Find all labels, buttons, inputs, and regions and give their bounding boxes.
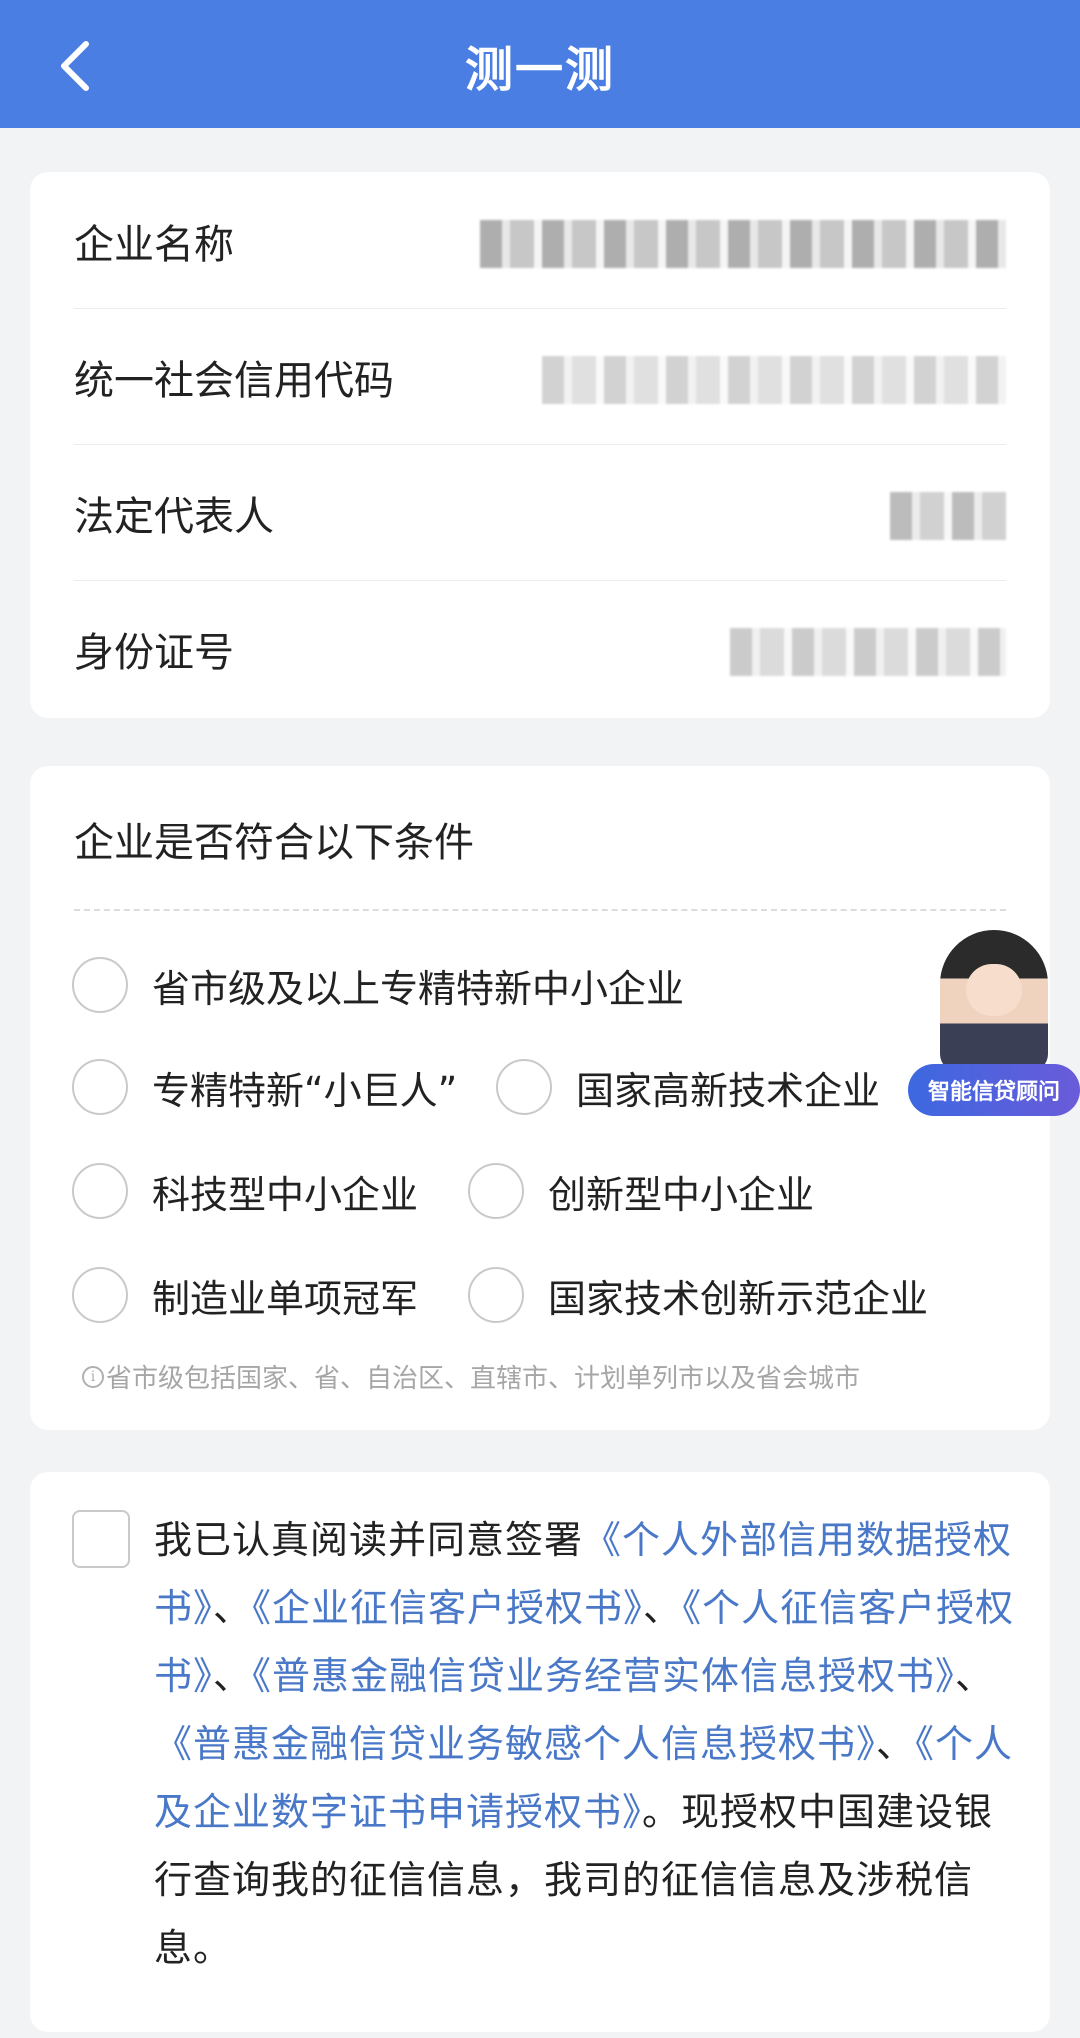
redacted-value	[480, 220, 1006, 268]
link-entity-info-auth[interactable]: 《普惠金融信贷业务经营实体信息授权书》	[252, 1654, 955, 1698]
conditions-card: 企业是否符合以下条件 省市级及以上专精特新中小企业 专精特新“小巨人” 国家高新…	[30, 766, 1050, 1430]
advisor-avatar	[940, 930, 1048, 1072]
redacted-value	[730, 628, 1006, 676]
separator: 、	[213, 1654, 253, 1698]
separator: 、	[955, 1654, 995, 1698]
id-number-label: 身份证号	[74, 630, 234, 676]
option-little-giant[interactable]: 专精特新“小巨人”	[72, 1056, 457, 1118]
company-name-row[interactable]: 企业名称	[74, 172, 1006, 309]
legal-representative-row[interactable]: 法定代表人	[74, 444, 1006, 581]
radio-button[interactable]	[496, 1059, 552, 1115]
radio-button[interactable]	[72, 1059, 128, 1115]
option-manufacturing-champion[interactable]: 制造业单项冠军	[72, 1264, 418, 1326]
info-icon: i	[82, 1365, 104, 1388]
radio-button[interactable]	[72, 957, 128, 1013]
option-innovative-sme[interactable]: 创新型中小企业	[468, 1160, 814, 1222]
app-header: 测一测	[0, 0, 1080, 128]
option-tech-sme[interactable]: 科技型中小企业	[72, 1160, 418, 1222]
option-provincial-specialized[interactable]: 省市级及以上专精特新中小企业	[72, 954, 684, 1016]
credit-code-row[interactable]: 统一社会信用代码	[74, 308, 1006, 445]
avatar-face	[966, 964, 1022, 1016]
separator: 、	[213, 1586, 253, 1630]
option-label: 科技型中小企业	[152, 1172, 419, 1217]
option-label: 专精特新“小巨人”	[152, 1068, 458, 1113]
credit-code-label: 统一社会信用代码	[74, 358, 394, 404]
option-high-tech[interactable]: 国家高新技术企业	[496, 1056, 880, 1118]
option-label: 制造业单项冠军	[152, 1276, 419, 1321]
redacted-value	[890, 492, 1006, 540]
redacted-value	[542, 356, 1006, 404]
advisor-label: 智能信贷顾问	[908, 1064, 1080, 1116]
company-name-label: 企业名称	[74, 222, 234, 268]
hint-text: 省市级包括国家、省、自治区、直辖市、计划单列市以及省会城市	[106, 1364, 861, 1394]
option-label: 国家高新技术企业	[576, 1068, 881, 1113]
page-title: 测一测	[464, 42, 615, 98]
company-info-card: 企业名称 统一社会信用代码 法定代表人 身份证号	[30, 172, 1050, 718]
link-sensitive-info-auth[interactable]: 《普惠金融信贷业务敏感个人信息授权书》	[154, 1722, 876, 1766]
agreement-card: 我已认真阅读并同意签署《个人外部信用数据授权书》、《企业征信客户授权书》、《个人…	[30, 1472, 1050, 2032]
option-innovation-demo[interactable]: 国家技术创新示范企业	[468, 1264, 928, 1326]
agree-checkbox[interactable]	[72, 1510, 130, 1568]
divider	[74, 909, 1006, 911]
radio-button[interactable]	[72, 1267, 128, 1323]
option-label: 国家技术创新示范企业	[548, 1276, 929, 1321]
id-number-row[interactable]: 身份证号	[74, 580, 1006, 716]
radio-button[interactable]	[468, 1267, 524, 1323]
agreement-intro: 我已认真阅读并同意签署	[154, 1518, 584, 1562]
option-label: 省市级及以上专精特新中小企业	[152, 966, 685, 1011]
conditions-hint: i 省市级包括国家、省、自治区、直辖市、计划单列市以及省会城市	[82, 1358, 860, 1395]
radio-button[interactable]	[468, 1163, 524, 1219]
smart-advisor-widget[interactable]: 智能信贷顾问	[908, 930, 1080, 1116]
link-enterprise-credit-auth[interactable]: 《企业征信客户授权书》	[252, 1586, 643, 1630]
radio-button[interactable]	[72, 1163, 128, 1219]
agreement-text: 我已认真阅读并同意签署《个人外部信用数据授权书》、《企业征信客户授权书》、《个人…	[154, 1506, 1020, 1982]
separator: 、	[643, 1586, 683, 1630]
legal-representative-label: 法定代表人	[74, 494, 274, 540]
separator: 、	[876, 1722, 916, 1766]
option-label: 创新型中小企业	[548, 1172, 815, 1217]
conditions-title: 企业是否符合以下条件	[74, 820, 474, 866]
